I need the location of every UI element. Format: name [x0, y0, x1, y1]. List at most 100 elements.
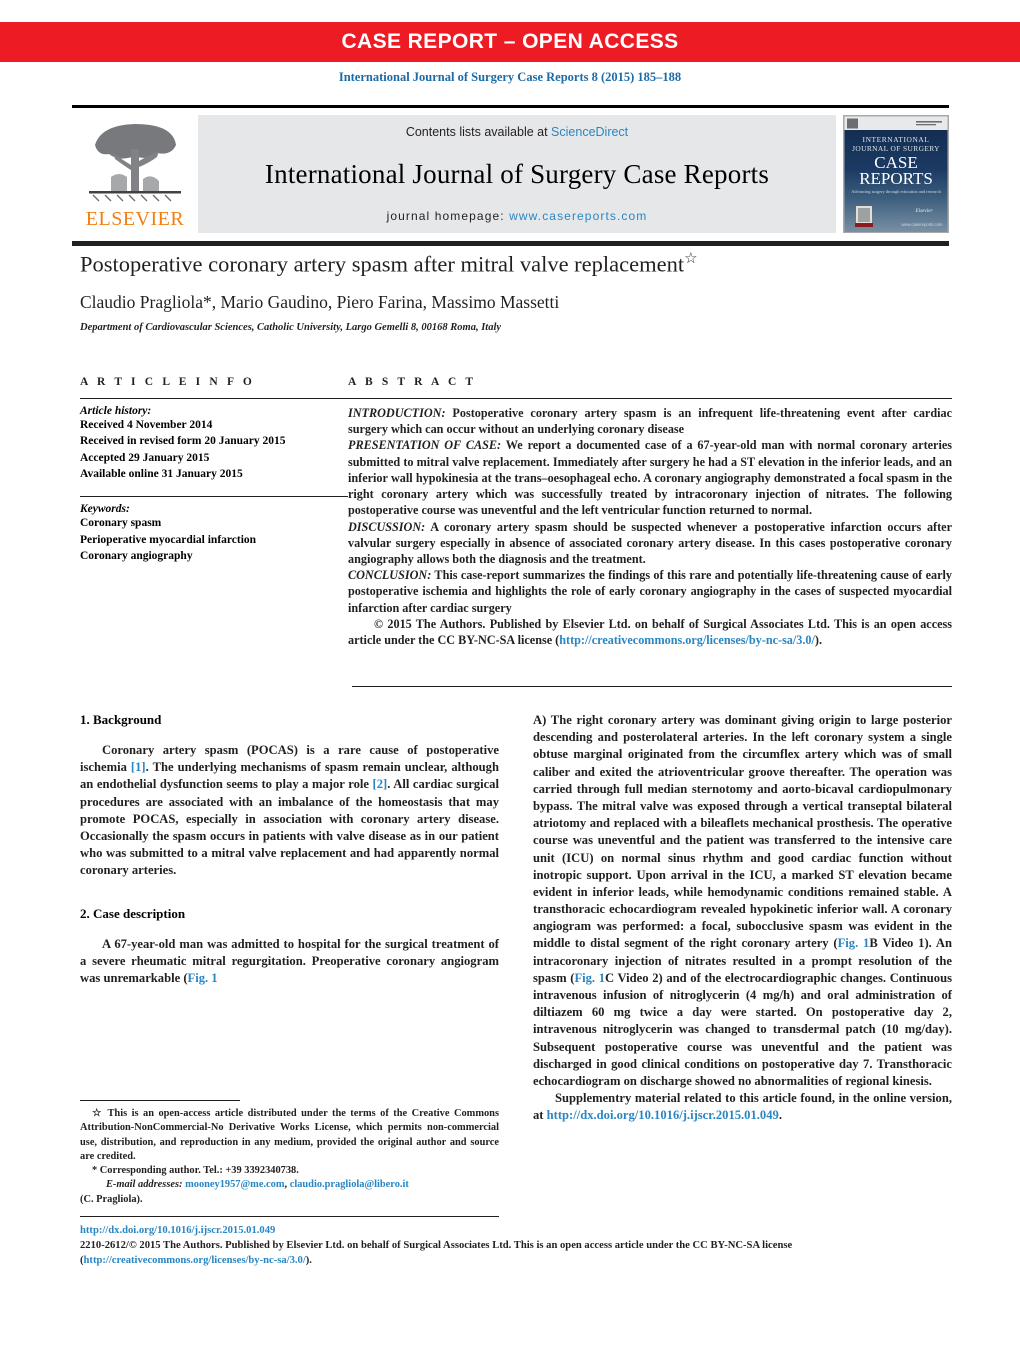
homepage-prefix: journal homepage: [386, 209, 510, 223]
reference-link-1[interactable]: [1] [131, 760, 146, 774]
footnote-rule [80, 1100, 240, 1101]
footnote-star-icon: ☆ [92, 1108, 104, 1119]
footer-cc-license-link[interactable]: http://creativecommons.org/licenses/by-n… [84, 1255, 306, 1266]
case-text-b: A) The right coronary artery was dominan… [533, 713, 952, 951]
masthead-top-rule [72, 105, 949, 108]
cc-license-link[interactable]: http://creativecommons.org/licenses/by-n… [559, 633, 815, 647]
footnote-license-text: This is an open-access article distribut… [80, 1108, 499, 1162]
page-title: Postoperative coronary artery spasm afte… [80, 250, 948, 278]
article-body: 1. Background Coronary artery spasm (POC… [80, 712, 952, 1125]
sciencedirect-link[interactable]: ScienceDirect [551, 125, 628, 139]
author-affiliation: Department of Cardiovascular Sciences, C… [80, 321, 502, 333]
footer-license-line: (http://creativecommons.org/licenses/by-… [80, 1254, 952, 1269]
author-list: Claudio Pragliola*, Mario Gaudino, Piero… [80, 291, 560, 312]
abstract-bottom-rule [352, 686, 952, 687]
title-footnote-star-icon[interactable]: ☆ [684, 251, 697, 267]
article-doi-link[interactable]: http://dx.doi.org/10.1016/j.ijscr.2015.0… [80, 1224, 952, 1239]
footnote-license: ☆ This is an open-access article distrib… [80, 1107, 499, 1164]
abstract-section-text: A coronary artery spasm should be suspec… [348, 519, 952, 566]
footnote-corresponding-author: * Corresponding author. Tel.: +39 339234… [92, 1165, 299, 1176]
journal-homepage-line: journal homepage: www.casereports.com [387, 209, 648, 223]
history-item: Available online 31 January 2015 [80, 467, 243, 480]
svg-text:www.casereports.com: www.casereports.com [902, 222, 943, 227]
abstract-section: CONCLUSION: This case-report summarizes … [348, 567, 952, 616]
abstract-rule [348, 398, 952, 399]
abstract-section: INTRODUCTION: Postoperative coronary art… [348, 405, 952, 437]
history-item: Received 4 November 2014 [80, 419, 213, 431]
license-close-paren: ). [305, 1254, 312, 1266]
reference-link-2[interactable]: [2] [373, 777, 388, 791]
article-info-rule [80, 398, 348, 399]
keyword-item: Coronary angiography [80, 549, 193, 562]
history-item: Accepted 29 January 2015 [80, 451, 210, 464]
case-description-paragraph-right: A) The right coronary artery was dominan… [533, 712, 952, 1090]
abstract-copyright: © 2015 The Authors. Published by Elsevie… [348, 616, 952, 648]
paper-title-text: Postoperative coronary artery spasm afte… [80, 251, 685, 277]
supp-text-b: . [778, 1108, 782, 1123]
email-addresses-label: E-mail addresses: [106, 1179, 183, 1191]
elsevier-wordmark: ELSEVIER [85, 208, 185, 230]
issn-copyright-line: 2210-2612/© 2015 The Authors. Published … [80, 1239, 952, 1254]
case-report-banner: CASE REPORT – OPEN ACCESS [0, 22, 1020, 62]
case-description-paragraph-left: A 67-year-old man was admitted to hospit… [80, 936, 499, 988]
supplementary-paragraph: Supplementry material related to this ar… [533, 1090, 952, 1124]
section-heading-case-description: 2. Case description [80, 905, 186, 921]
svg-text:REPORTS: REPORTS [859, 169, 933, 188]
banner-label: CASE REPORT – OPEN ACCESS [341, 30, 679, 53]
body-column-right: A) The right coronary artery was dominan… [533, 712, 952, 1125]
keyword-item: Perioperative myocardial infarction [80, 533, 257, 546]
footnote-block: ☆ This is an open-access article distrib… [80, 1100, 499, 1207]
email-link-2[interactable]: claudio.pragliola@libero.it [290, 1179, 409, 1190]
journal-masthead: ELSEVIER Contents lists available at Sci… [72, 105, 949, 246]
journal-title: International Journal of Surgery Case Re… [264, 158, 770, 189]
body-column-left: 1. Background Coronary artery spasm (POC… [80, 712, 499, 1125]
contents-prefix: Contents lists available at [405, 125, 552, 139]
background-paragraph: Coronary artery spasm (POCAS) is a rare … [80, 742, 499, 880]
keywords-rule [80, 496, 348, 498]
homepage-url-link[interactable]: www.casereports.com [509, 209, 647, 223]
article-info-column: A R T I C L E I N F O Article history: R… [80, 376, 348, 648]
masthead-center-panel: Contents lists available at ScienceDirec… [198, 115, 836, 233]
cover-art: INTERNATIONAL JOURNAL OF SURGERY CASE RE… [844, 116, 948, 232]
abstract-section-tag: INTRODUCTION: [348, 406, 446, 420]
issn-text: 2210-2612/© 2015 The Authors. Published … [80, 1239, 793, 1251]
svg-text:JOURNAL OF SURGERY: JOURNAL OF SURGERY [852, 144, 940, 153]
masthead-bottom-rule [72, 241, 949, 246]
history-item: Received in revised form 20 January 2015 [80, 435, 286, 448]
svg-text:Elsevier: Elsevier [915, 208, 934, 214]
elsevier-logo: ELSEVIER [72, 115, 198, 233]
supplementary-doi-link[interactable]: http://dx.doi.org/10.1016/j.ijscr.2015.0… [547, 1108, 779, 1122]
abstract-body: INTRODUCTION: Postoperative coronary art… [348, 405, 952, 648]
footnote-email-owner: (C. Pragliola). [80, 1193, 143, 1205]
elsevier-tree-icon [89, 124, 181, 202]
abstract-section-tag: PRESENTATION OF CASE: [348, 438, 502, 453]
figure-link-1c[interactable]: Fig. 1 [574, 971, 605, 985]
abstract-section-tag: CONCLUSION: [348, 568, 432, 583]
info-abstract-region: A R T I C L E I N F O Article history: R… [80, 376, 952, 648]
case-text-d: C Video 2) and of the electrocardiograph… [533, 970, 952, 1088]
abstract-section-tag: DISCUSSION: [348, 519, 426, 534]
keywords-label: Keywords: [80, 503, 130, 516]
running-head: International Journal of Surgery Case Re… [338, 70, 682, 84]
abstract-column: A B S T R A C T INTRODUCTION: Postoperat… [348, 376, 952, 648]
bg-text-c: . All cardiac surgical procedures are as… [80, 777, 499, 878]
email-link-1[interactable]: mooney1957@me.com [185, 1179, 284, 1190]
abstract-section-text: This case-report summarizes the findings… [348, 568, 952, 615]
svg-text:INTERNATIONAL: INTERNATIONAL [863, 135, 930, 144]
footer-rule [80, 1216, 499, 1217]
contents-list-line: Contents lists available at ScienceDirec… [406, 125, 628, 139]
journal-cover-thumbnail: INTERNATIONAL JOURNAL OF SURGERY CASE RE… [843, 115, 949, 233]
publisher-footer: http://dx.doi.org/10.1016/j.ijscr.2015.0… [80, 1216, 952, 1268]
section-heading-background: 1. Background [80, 712, 162, 727]
article-info-heading: A R T I C L E I N F O [80, 376, 255, 388]
footnote-emails: E-mail addresses: mooney1957@me.com, cla… [80, 1178, 499, 1192]
abstract-heading: A B S T R A C T [348, 376, 477, 388]
abstract-section: PRESENTATION OF CASE: We report a docume… [348, 437, 952, 518]
article-history-label: Article history: [80, 405, 152, 417]
article-title-block: Postoperative coronary artery spasm afte… [80, 250, 948, 333]
abstract-section: DISCUSSION: A coronary artery spasm shou… [348, 519, 952, 568]
svg-text:Advancing surgery through educ: Advancing surgery through education and … [851, 189, 941, 194]
keyword-item: Coronary spasm [80, 517, 162, 530]
figure-link-1a[interactable]: Fig. 1 [188, 971, 218, 985]
figure-link-1b[interactable]: Fig. 1 [838, 936, 870, 950]
